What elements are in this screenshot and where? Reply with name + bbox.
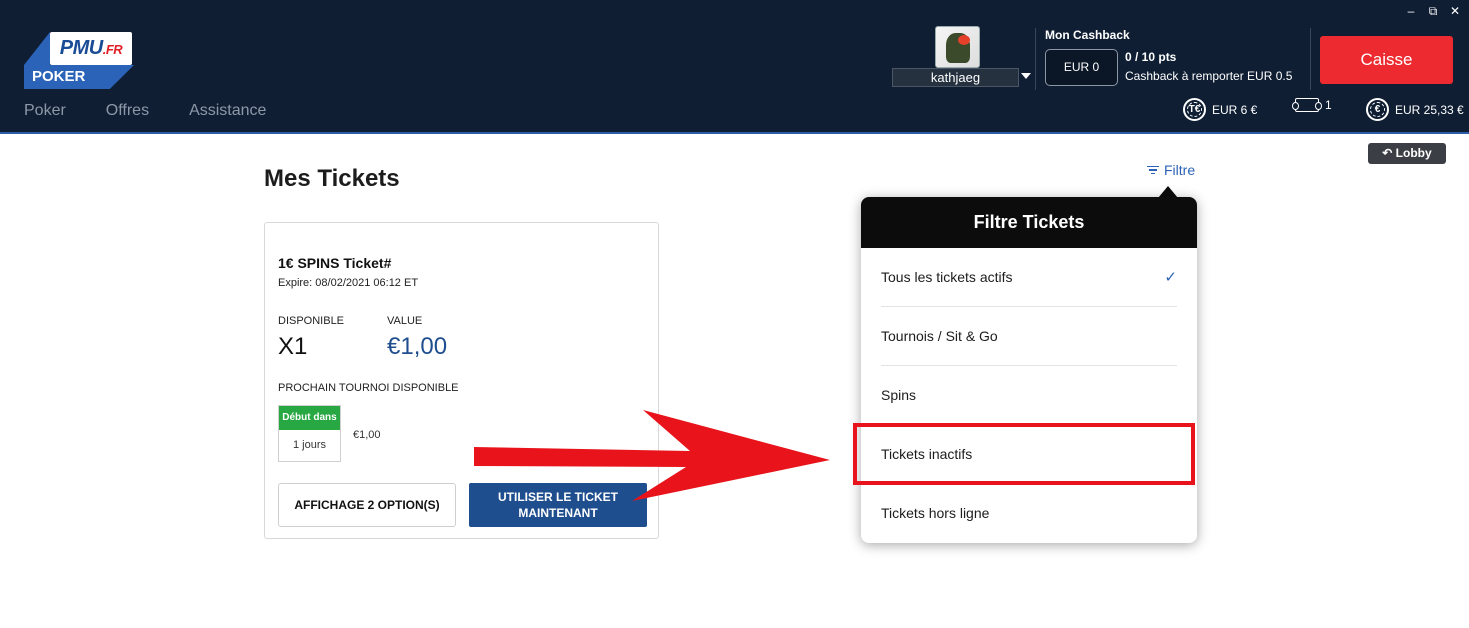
arrow-shape xyxy=(474,410,830,501)
annotation-arrow-icon xyxy=(474,410,830,501)
app-window: – ⧉ ✕ PMU.FR POKER Poker Offres Assistan… xyxy=(0,0,1469,628)
